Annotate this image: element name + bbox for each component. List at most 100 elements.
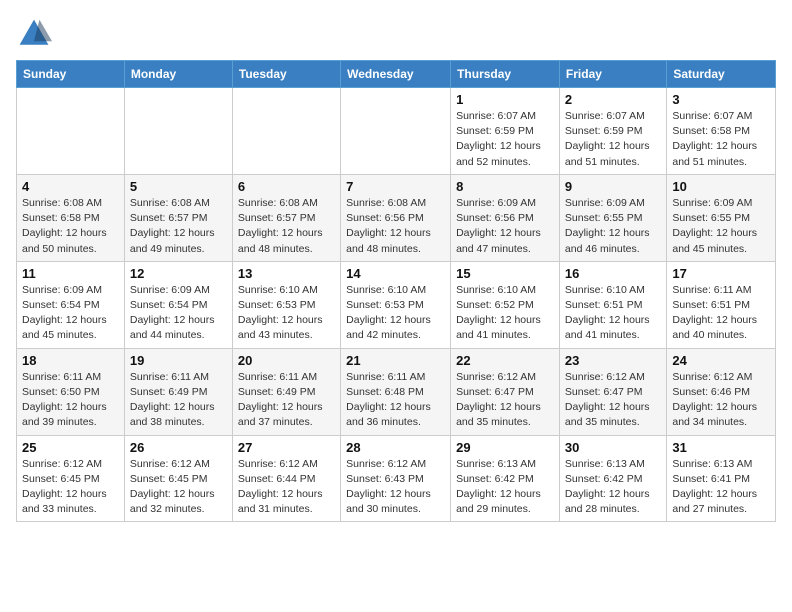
logo-icon bbox=[16, 16, 52, 52]
day-info: Sunrise: 6:13 AM Sunset: 6:41 PM Dayligh… bbox=[672, 457, 770, 518]
day-info: Sunrise: 6:10 AM Sunset: 6:51 PM Dayligh… bbox=[565, 283, 661, 344]
day-info: Sunrise: 6:12 AM Sunset: 6:45 PM Dayligh… bbox=[22, 457, 119, 518]
calendar-day-cell: 13 Sunrise: 6:10 AM Sunset: 6:53 PM Dayli… bbox=[232, 261, 340, 348]
day-number: 2 bbox=[565, 92, 661, 107]
calendar-day-cell: 30 Sunrise: 6:13 AM Sunset: 6:42 PM Dayli… bbox=[559, 435, 666, 522]
calendar-day-cell: 14 Sunrise: 6:10 AM Sunset: 6:53 PM Dayli… bbox=[341, 261, 451, 348]
day-info: Sunrise: 6:09 AM Sunset: 6:56 PM Dayligh… bbox=[456, 196, 554, 257]
day-info: Sunrise: 6:12 AM Sunset: 6:47 PM Dayligh… bbox=[456, 370, 554, 431]
day-of-week-header: Tuesday bbox=[232, 61, 340, 88]
day-info: Sunrise: 6:08 AM Sunset: 6:56 PM Dayligh… bbox=[346, 196, 445, 257]
day-info: Sunrise: 6:08 AM Sunset: 6:57 PM Dayligh… bbox=[238, 196, 335, 257]
calendar-day-cell: 31 Sunrise: 6:13 AM Sunset: 6:41 PM Dayli… bbox=[667, 435, 776, 522]
day-info: Sunrise: 6:07 AM Sunset: 6:58 PM Dayligh… bbox=[672, 109, 770, 170]
day-info: Sunrise: 6:11 AM Sunset: 6:49 PM Dayligh… bbox=[130, 370, 227, 431]
calendar-day-cell: 23 Sunrise: 6:12 AM Sunset: 6:47 PM Dayli… bbox=[559, 348, 666, 435]
calendar-day-cell: 10 Sunrise: 6:09 AM Sunset: 6:55 PM Dayli… bbox=[667, 174, 776, 261]
calendar-day-cell: 28Sunrise: 6:12 AM Sunset: 6:43 PM Dayli… bbox=[341, 435, 451, 522]
day-info: Sunrise: 6:12 AM Sunset: 6:47 PM Dayligh… bbox=[565, 370, 661, 431]
calendar-day-cell: 17 Sunrise: 6:11 AM Sunset: 6:51 PM Dayli… bbox=[667, 261, 776, 348]
calendar-day-cell: 22Sunrise: 6:12 AM Sunset: 6:47 PM Dayli… bbox=[451, 348, 560, 435]
day-info: Sunrise: 6:11 AM Sunset: 6:51 PM Dayligh… bbox=[672, 283, 770, 344]
day-number: 26 bbox=[130, 440, 227, 455]
day-number: 24 bbox=[672, 353, 770, 368]
calendar-day-cell: 3 Sunrise: 6:07 AM Sunset: 6:58 PM Daylig… bbox=[667, 88, 776, 175]
day-of-week-header: Thursday bbox=[451, 61, 560, 88]
calendar-day-cell: 19 Sunrise: 6:11 AM Sunset: 6:49 PM Dayli… bbox=[124, 348, 232, 435]
calendar-day-cell: 11Sunrise: 6:09 AM Sunset: 6:54 PM Dayli… bbox=[17, 261, 125, 348]
calendar-day-cell: 25Sunrise: 6:12 AM Sunset: 6:45 PM Dayli… bbox=[17, 435, 125, 522]
day-number: 9 bbox=[565, 179, 661, 194]
day-info: Sunrise: 6:09 AM Sunset: 6:55 PM Dayligh… bbox=[672, 196, 770, 257]
calendar-day-cell: 8 Sunrise: 6:09 AM Sunset: 6:56 PM Daylig… bbox=[451, 174, 560, 261]
calendar-day-cell bbox=[124, 88, 232, 175]
day-info: Sunrise: 6:13 AM Sunset: 6:42 PM Dayligh… bbox=[456, 457, 554, 518]
calendar-day-cell: 21 Sunrise: 6:11 AM Sunset: 6:48 PM Dayli… bbox=[341, 348, 451, 435]
calendar-day-cell: 27 Sunrise: 6:12 AM Sunset: 6:44 PM Dayli… bbox=[232, 435, 340, 522]
day-of-week-header: Monday bbox=[124, 61, 232, 88]
calendar-week-row: 4Sunrise: 6:08 AM Sunset: 6:58 PM Daylig… bbox=[17, 174, 776, 261]
day-number: 19 bbox=[130, 353, 227, 368]
day-info: Sunrise: 6:09 AM Sunset: 6:54 PM Dayligh… bbox=[22, 283, 119, 344]
day-number: 8 bbox=[456, 179, 554, 194]
day-of-week-header: Saturday bbox=[667, 61, 776, 88]
day-number: 14 bbox=[346, 266, 445, 281]
day-number: 30 bbox=[565, 440, 661, 455]
calendar-day-cell: 24Sunrise: 6:12 AM Sunset: 6:46 PM Dayli… bbox=[667, 348, 776, 435]
day-number: 29 bbox=[456, 440, 554, 455]
day-number: 21 bbox=[346, 353, 445, 368]
calendar-day-cell: 15 Sunrise: 6:10 AM Sunset: 6:52 PM Dayli… bbox=[451, 261, 560, 348]
calendar-day-cell: 26 Sunrise: 6:12 AM Sunset: 6:45 PM Dayli… bbox=[124, 435, 232, 522]
day-info: Sunrise: 6:08 AM Sunset: 6:57 PM Dayligh… bbox=[130, 196, 227, 257]
day-info: Sunrise: 6:11 AM Sunset: 6:50 PM Dayligh… bbox=[22, 370, 119, 431]
calendar-day-cell: 12 Sunrise: 6:09 AM Sunset: 6:54 PM Dayli… bbox=[124, 261, 232, 348]
day-number: 28 bbox=[346, 440, 445, 455]
day-number: 16 bbox=[565, 266, 661, 281]
calendar-week-row: 25Sunrise: 6:12 AM Sunset: 6:45 PM Dayli… bbox=[17, 435, 776, 522]
calendar-day-cell: 2 Sunrise: 6:07 AM Sunset: 6:59 PM Daylig… bbox=[559, 88, 666, 175]
day-info: Sunrise: 6:08 AM Sunset: 6:58 PM Dayligh… bbox=[22, 196, 119, 257]
day-info: Sunrise: 6:12 AM Sunset: 6:45 PM Dayligh… bbox=[130, 457, 227, 518]
calendar-day-cell: 29 Sunrise: 6:13 AM Sunset: 6:42 PM Dayli… bbox=[451, 435, 560, 522]
day-number: 18 bbox=[22, 353, 119, 368]
day-number: 31 bbox=[672, 440, 770, 455]
day-info: Sunrise: 6:09 AM Sunset: 6:54 PM Dayligh… bbox=[130, 283, 227, 344]
calendar-header-row: SundayMondayTuesdayWednesdayThursdayFrid… bbox=[17, 61, 776, 88]
day-info: Sunrise: 6:12 AM Sunset: 6:44 PM Dayligh… bbox=[238, 457, 335, 518]
day-info: Sunrise: 6:10 AM Sunset: 6:52 PM Dayligh… bbox=[456, 283, 554, 344]
day-info: Sunrise: 6:10 AM Sunset: 6:53 PM Dayligh… bbox=[238, 283, 335, 344]
day-number: 13 bbox=[238, 266, 335, 281]
day-number: 10 bbox=[672, 179, 770, 194]
calendar-day-cell: 4Sunrise: 6:08 AM Sunset: 6:58 PM Daylig… bbox=[17, 174, 125, 261]
calendar-day-cell: 6 Sunrise: 6:08 AM Sunset: 6:57 PM Daylig… bbox=[232, 174, 340, 261]
calendar-day-cell bbox=[17, 88, 125, 175]
calendar-day-cell: 9 Sunrise: 6:09 AM Sunset: 6:55 PM Daylig… bbox=[559, 174, 666, 261]
logo bbox=[16, 16, 58, 52]
calendar-day-cell: 18 Sunrise: 6:11 AM Sunset: 6:50 PM Dayli… bbox=[17, 348, 125, 435]
day-info: Sunrise: 6:09 AM Sunset: 6:55 PM Dayligh… bbox=[565, 196, 661, 257]
day-number: 17 bbox=[672, 266, 770, 281]
calendar-day-cell: 1 Sunrise: 6:07 AM Sunset: 6:59 PM Daylig… bbox=[451, 88, 560, 175]
calendar-day-cell bbox=[232, 88, 340, 175]
day-number: 15 bbox=[456, 266, 554, 281]
day-number: 27 bbox=[238, 440, 335, 455]
calendar-week-row: 1 Sunrise: 6:07 AM Sunset: 6:59 PM Daylig… bbox=[17, 88, 776, 175]
day-number: 12 bbox=[130, 266, 227, 281]
calendar-week-row: 11Sunrise: 6:09 AM Sunset: 6:54 PM Dayli… bbox=[17, 261, 776, 348]
day-info: Sunrise: 6:11 AM Sunset: 6:48 PM Dayligh… bbox=[346, 370, 445, 431]
day-info: Sunrise: 6:10 AM Sunset: 6:53 PM Dayligh… bbox=[346, 283, 445, 344]
day-number: 6 bbox=[238, 179, 335, 194]
page-header bbox=[16, 16, 776, 52]
day-number: 1 bbox=[456, 92, 554, 107]
day-of-week-header: Sunday bbox=[17, 61, 125, 88]
day-info: Sunrise: 6:07 AM Sunset: 6:59 PM Dayligh… bbox=[565, 109, 661, 170]
day-number: 5 bbox=[130, 179, 227, 194]
calendar-day-cell: 7Sunrise: 6:08 AM Sunset: 6:56 PM Daylig… bbox=[341, 174, 451, 261]
calendar-day-cell: 5 Sunrise: 6:08 AM Sunset: 6:57 PM Daylig… bbox=[124, 174, 232, 261]
calendar-week-row: 18 Sunrise: 6:11 AM Sunset: 6:50 PM Dayli… bbox=[17, 348, 776, 435]
day-number: 23 bbox=[565, 353, 661, 368]
day-number: 3 bbox=[672, 92, 770, 107]
day-info: Sunrise: 6:07 AM Sunset: 6:59 PM Dayligh… bbox=[456, 109, 554, 170]
day-info: Sunrise: 6:13 AM Sunset: 6:42 PM Dayligh… bbox=[565, 457, 661, 518]
day-of-week-header: Wednesday bbox=[341, 61, 451, 88]
